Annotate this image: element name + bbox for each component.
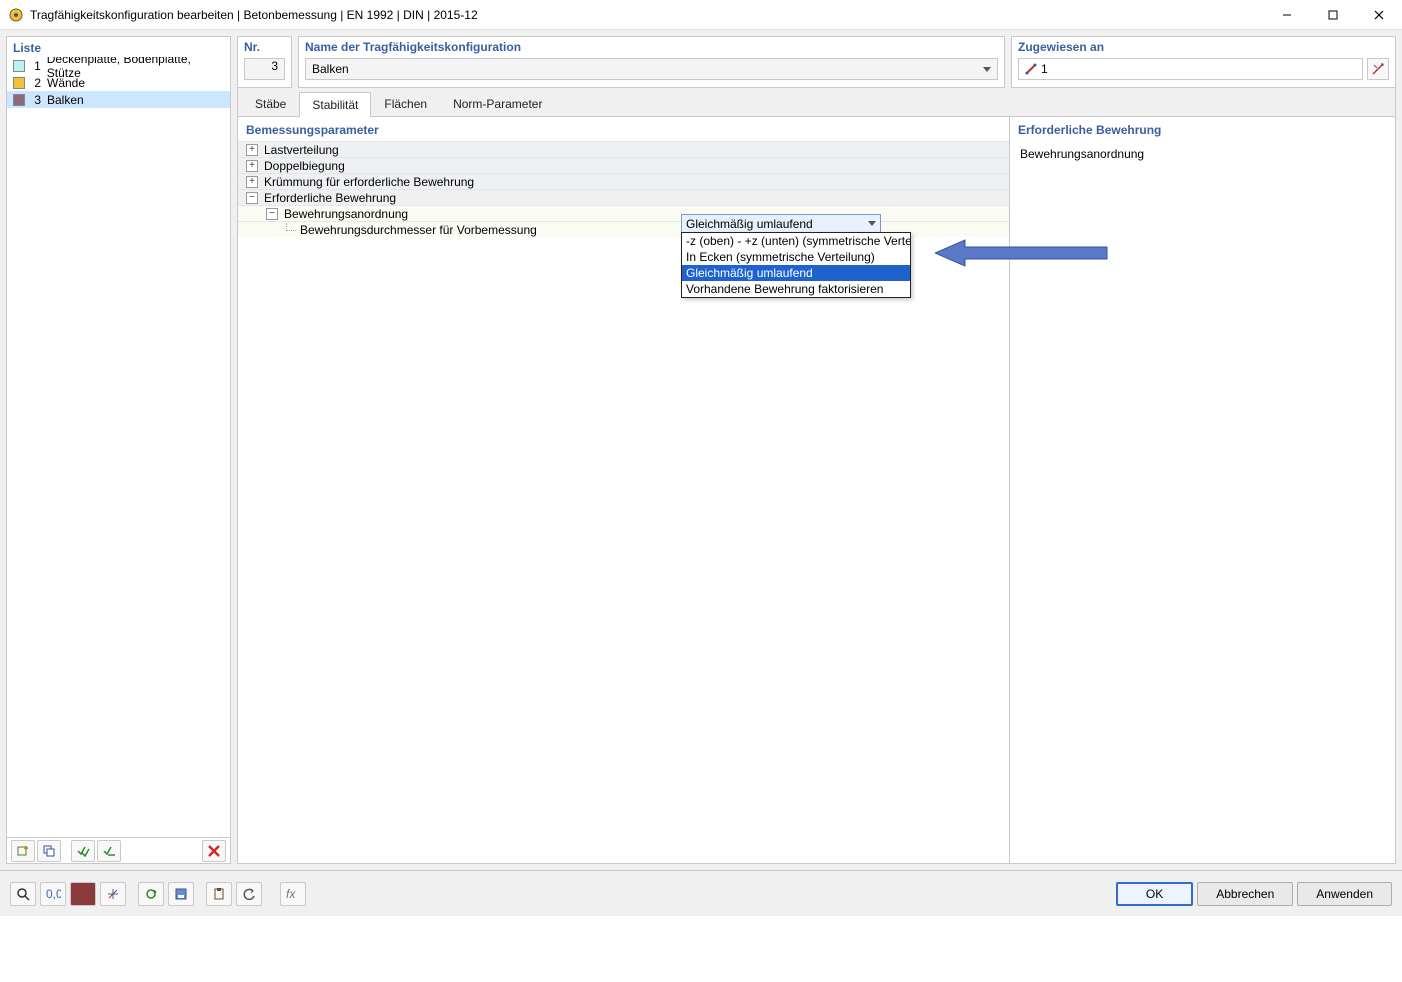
select-dropdown-list[interactable]: -z (oben) - +z (unten) (symmetrische Ver… — [681, 232, 911, 298]
chevron-down-icon — [983, 67, 991, 72]
name-label: Name der Tragfähigkeitskonfiguration — [305, 40, 998, 54]
assigned-value: 1 — [1041, 62, 1048, 76]
list-item[interactable]: 1 Deckenplatte, Bodenplatte, Stütze — [7, 57, 230, 74]
tree-row[interactable]: + Lastverteilung — [238, 141, 1009, 157]
list-item[interactable]: 3 Balken — [7, 91, 230, 108]
tree-row[interactable]: − Erforderliche Bewehrung — [238, 189, 1009, 205]
tree-label: Bewehrungsanordnung — [284, 207, 408, 221]
parameter-tree: + Lastverteilung + Doppelbiegung + Krümm… — [238, 141, 1009, 863]
item-number: 1 — [31, 59, 41, 73]
tab-flaechen[interactable]: Flächen — [371, 91, 440, 116]
list-toolbar — [7, 837, 230, 863]
svg-text:0,00: 0,00 — [46, 887, 61, 901]
collapse-icon[interactable]: − — [246, 192, 258, 204]
item-label: Wände — [47, 76, 85, 90]
tree-label: Doppelbiegung — [264, 159, 345, 173]
list-title: Liste — [7, 37, 230, 57]
search-button[interactable] — [10, 882, 36, 906]
check-button[interactable] — [71, 840, 95, 862]
dropdown-option[interactable]: In Ecken (symmetrische Verteilung) — [682, 249, 910, 265]
info-column: Erforderliche Bewehrung Bewehrungsanordn… — [1010, 117, 1395, 863]
reinforcement-layout-select[interactable]: Gleichmäßig umlaufend — [681, 214, 881, 234]
section-title: Bemessungsparameter — [238, 117, 1009, 141]
info-text: Bewehrungsanordnung — [1020, 147, 1385, 161]
tree-label: Krümmung für erforderliche Bewehrung — [264, 175, 474, 189]
tree-label: Lastverteilung — [264, 143, 339, 157]
color-swatch — [13, 60, 25, 72]
assigned-label: Zugewiesen an — [1018, 40, 1389, 54]
maximize-button[interactable] — [1310, 0, 1356, 30]
formula-button[interactable]: fx — [280, 882, 306, 906]
ok-button[interactable]: OK — [1116, 882, 1193, 906]
expand-icon[interactable]: + — [246, 160, 258, 172]
svg-text:fx: fx — [286, 887, 296, 901]
undo-button[interactable] — [236, 882, 262, 906]
assigned-field: Zugewiesen an 1 — [1011, 36, 1396, 88]
dropdown-option[interactable]: Gleichmäßig umlaufend — [682, 265, 910, 281]
name-select[interactable]: Balken — [305, 58, 998, 80]
minimize-button[interactable] — [1264, 0, 1310, 30]
name-field: Name der Tragfähigkeitskonfiguration Bal… — [298, 36, 1005, 88]
check-all-button[interactable] — [97, 840, 121, 862]
config-list[interactable]: 1 Deckenplatte, Bodenplatte, Stütze 2 Wä… — [7, 57, 230, 837]
tree-row[interactable]: − Bewehrungsanordnung — [238, 205, 1009, 221]
copy-button[interactable] — [37, 840, 61, 862]
expand-icon[interactable]: + — [246, 176, 258, 188]
tree-row[interactable]: + Krümmung für erforderliche Bewehrung — [238, 173, 1009, 189]
tree-label: Bewehrungsdurchmesser für Vorbemessung — [300, 223, 537, 237]
nr-label: Nr. — [244, 40, 285, 54]
tabs: Stäbe Stabilität Flächen Norm-Parameter — [237, 88, 1396, 116]
collapse-icon[interactable]: − — [266, 208, 278, 220]
nr-input[interactable]: 3 — [244, 58, 285, 80]
color-button[interactable] — [70, 882, 96, 906]
color-swatch — [13, 94, 25, 106]
dropdown-option[interactable]: -z (oben) - +z (unten) (symmetrische Ver… — [682, 233, 910, 249]
axes-button[interactable] — [100, 882, 126, 906]
tab-stabilitaet[interactable]: Stabilität — [299, 92, 371, 117]
titlebar: Tragfähigkeitskonfiguration bearbeiten |… — [0, 0, 1402, 30]
chevron-down-icon — [868, 221, 876, 226]
nr-field: Nr. 3 — [237, 36, 292, 88]
save-button[interactable] — [168, 882, 194, 906]
tree-label: Erforderliche Bewehrung — [264, 191, 396, 205]
units-button[interactable]: 0,00 — [40, 882, 66, 906]
tree-row[interactable]: + Doppelbiegung — [238, 157, 1009, 173]
window-title: Tragfähigkeitskonfiguration bearbeiten |… — [30, 8, 1264, 22]
app-icon — [8, 7, 24, 23]
cancel-button[interactable]: Abbrechen — [1197, 882, 1293, 906]
pick-button[interactable] — [1367, 58, 1389, 80]
clipboard-button[interactable] — [206, 882, 232, 906]
item-number: 3 — [31, 93, 41, 107]
parameters-column: Bemessungsparameter + Lastverteilung + D… — [238, 117, 1010, 863]
new-button[interactable] — [11, 840, 35, 862]
tab-norm-parameter[interactable]: Norm-Parameter — [440, 91, 555, 116]
tab-staebe[interactable]: Stäbe — [242, 91, 299, 116]
apply-button[interactable]: Anwenden — [1297, 882, 1392, 906]
footer: 0,00 fx OK Abbrechen Anwenden — [0, 870, 1402, 916]
list-panel: Liste 1 Deckenplatte, Bodenplatte, Stütz… — [6, 36, 231, 864]
select-value: Gleichmäßig umlaufend — [686, 217, 813, 231]
color-swatch — [13, 77, 25, 89]
close-button[interactable] — [1356, 0, 1402, 30]
info-title: Erforderliche Bewehrung — [1010, 117, 1395, 141]
expand-icon[interactable]: + — [246, 144, 258, 156]
tree-connector — [286, 223, 296, 231]
dropdown-option[interactable]: Vorhandene Bewehrung faktorisieren — [682, 281, 910, 297]
item-number: 2 — [31, 76, 41, 90]
member-icon — [1025, 63, 1037, 75]
assigned-input[interactable]: 1 — [1018, 58, 1363, 80]
refresh-button[interactable] — [138, 882, 164, 906]
delete-button[interactable] — [202, 840, 226, 862]
item-label: Balken — [47, 93, 84, 107]
name-value: Balken — [312, 62, 349, 76]
